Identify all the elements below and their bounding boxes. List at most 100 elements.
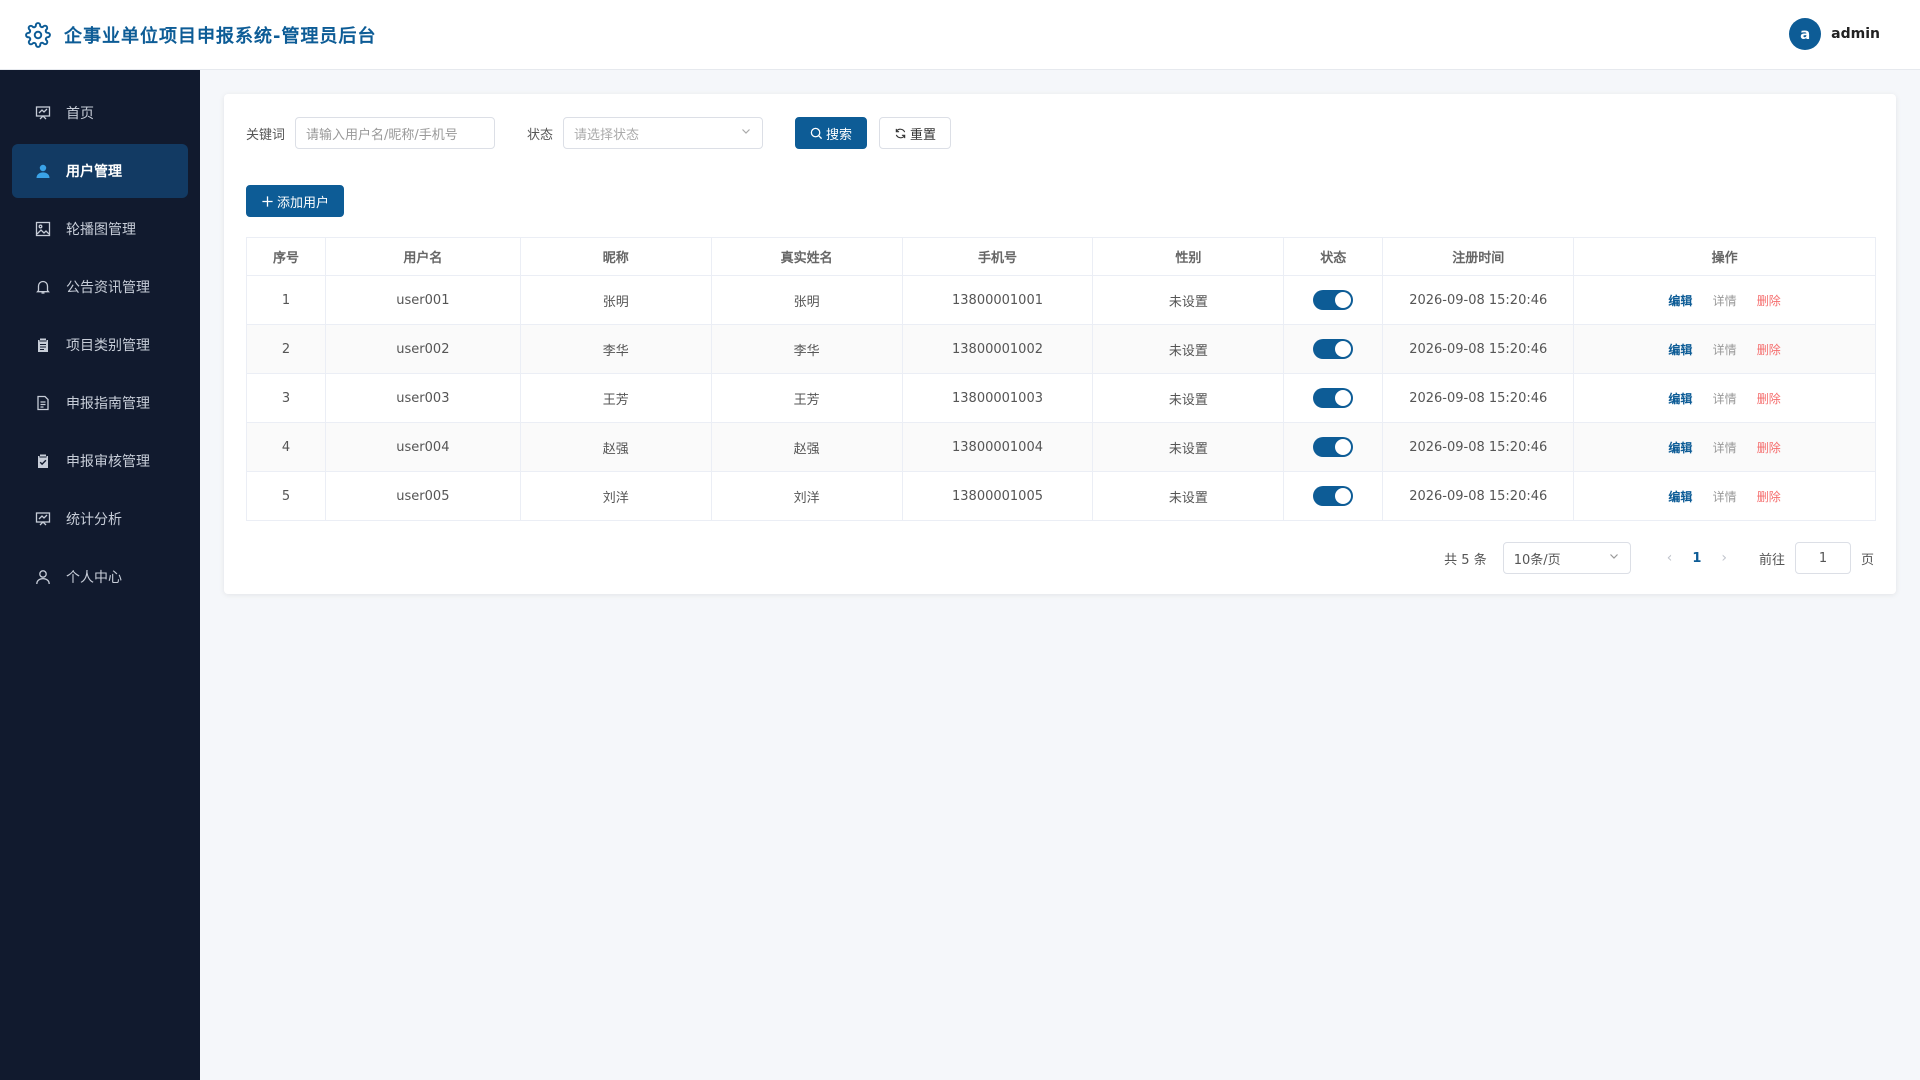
page-size-select[interactable]: 10条/页: [1502, 542, 1631, 574]
table-header-row: 序号 用户名 昵称 真实姓名 手机号 性别 状态 注册时间 操作: [246, 237, 1876, 276]
chevron-right-icon[interactable]: ›: [1721, 550, 1727, 566]
column-header: 昵称: [519, 237, 712, 276]
content-card: 关键词 请输入用户名/昵称/手机号 状态 请选择状态 搜索 重置 添加用户 序号…: [224, 94, 1896, 594]
sidebar-item-label: 首页: [66, 106, 94, 122]
app-title: 企事业单位项目申报系统-管理员后台: [64, 25, 377, 47]
reset-button[interactable]: 重置: [879, 117, 952, 149]
cell-time: 2026-09-08 15:20:46: [1382, 373, 1575, 423]
detail-link[interactable]: 详情: [1713, 294, 1737, 308]
sidebar-item-label: 申报指南管理: [66, 396, 150, 412]
cell-phone: 13800001001: [901, 275, 1094, 325]
status-toggle[interactable]: [1313, 290, 1354, 310]
sidebar-item-label: 用户管理: [66, 164, 122, 180]
cell-phone: 13800001004: [901, 422, 1094, 472]
column-header: 性别: [1092, 237, 1285, 276]
top-header: 企事业单位项目申报系统-管理员后台 a admin: [0, 0, 1920, 70]
chart-icon: [34, 510, 52, 528]
sidebar-item-project-category[interactable]: 项目类别管理: [12, 318, 188, 372]
bell-icon: [34, 278, 52, 296]
chevron-down-icon: [740, 125, 752, 141]
sidebar-item-label: 轮播图管理: [66, 222, 136, 238]
cell-index: 5: [246, 471, 326, 521]
search-button[interactable]: 搜索: [795, 117, 868, 149]
cell-actions: 编辑 详情 删除: [1573, 324, 1876, 374]
edit-link[interactable]: 编辑: [1668, 343, 1692, 357]
search-icon: [810, 127, 823, 139]
cell-realname: 李华: [710, 324, 903, 374]
page-suffix: 页: [1860, 552, 1874, 568]
detail-link[interactable]: 详情: [1713, 392, 1737, 406]
column-header: 状态: [1283, 237, 1384, 276]
table-row: 2 user002 李华 李华 13800001002 未设置 2026-09-…: [246, 324, 1876, 374]
sidebar-item-carousel[interactable]: 轮播图管理: [12, 202, 188, 256]
cell-nickname: 赵强: [519, 422, 712, 472]
edit-link[interactable]: 编辑: [1668, 294, 1692, 308]
status-toggle[interactable]: [1313, 388, 1354, 408]
add-user-button-label: 添加用户: [277, 195, 330, 211]
detail-link[interactable]: 详情: [1713, 441, 1737, 455]
status-toggle[interactable]: [1313, 437, 1354, 457]
goto-page-input[interactable]: 1: [1794, 542, 1851, 574]
user-icon: [34, 162, 52, 180]
sidebar-item-label: 公告资讯管理: [66, 280, 150, 296]
user-menu[interactable]: a admin: [1789, 18, 1880, 50]
cell-status: [1283, 324, 1384, 374]
column-header: 真实姓名: [710, 237, 903, 276]
page-number-current[interactable]: 1: [1692, 551, 1701, 566]
column-header: 序号: [246, 237, 326, 276]
plus-icon: [262, 195, 273, 207]
avatar[interactable]: a: [1789, 18, 1822, 50]
sidebar-item-profile[interactable]: 个人中心: [12, 550, 188, 604]
cell-realname: 刘洋: [710, 471, 903, 521]
cell-actions: 编辑 详情 删除: [1573, 471, 1876, 521]
edit-link[interactable]: 编辑: [1668, 441, 1692, 455]
edit-link[interactable]: 编辑: [1668, 392, 1692, 406]
chevron-left-icon[interactable]: ‹: [1667, 550, 1673, 566]
status-toggle[interactable]: [1313, 486, 1354, 506]
status-select-placeholder: 请选择状态: [574, 127, 640, 143]
cell-gender: 未设置: [1092, 324, 1285, 374]
status-toggle[interactable]: [1313, 339, 1354, 359]
sidebar-item-home[interactable]: 首页: [12, 86, 188, 140]
delete-link[interactable]: 删除: [1757, 441, 1781, 455]
cell-actions: 编辑 详情 删除: [1573, 422, 1876, 472]
cell-username: user005: [324, 471, 521, 521]
keyword-input[interactable]: 请输入用户名/昵称/手机号: [295, 117, 496, 149]
cell-status: [1283, 422, 1384, 472]
document-icon: [34, 394, 52, 412]
sidebar-item-review[interactable]: 申报审核管理: [12, 434, 188, 488]
sidebar-item-user-management[interactable]: 用户管理: [12, 144, 188, 198]
delete-link[interactable]: 删除: [1757, 392, 1781, 406]
delete-link[interactable]: 删除: [1757, 343, 1781, 357]
refresh-icon: [895, 128, 906, 138]
detail-link[interactable]: 详情: [1713, 343, 1737, 357]
delete-link[interactable]: 删除: [1757, 490, 1781, 504]
goto-label: 前往: [1758, 552, 1785, 568]
cell-gender: 未设置: [1092, 422, 1285, 472]
cell-username: user003: [324, 373, 521, 423]
cell-status: [1283, 471, 1384, 521]
username[interactable]: admin: [1831, 26, 1880, 42]
sidebar-item-label: 个人中心: [66, 570, 122, 586]
column-header: 注册时间: [1382, 237, 1575, 276]
sidebar-item-announcement[interactable]: 公告资讯管理: [12, 260, 188, 314]
sidebar-item-guide[interactable]: 申报指南管理: [12, 376, 188, 430]
cell-nickname: 张明: [519, 275, 712, 325]
cell-actions: 编辑 详情 删除: [1573, 275, 1876, 325]
status-select[interactable]: 请选择状态: [563, 117, 764, 149]
cell-nickname: 王芳: [519, 373, 712, 423]
add-user-button[interactable]: 添加用户: [246, 185, 345, 217]
edit-link[interactable]: 编辑: [1668, 490, 1692, 504]
user-table: 序号 用户名 昵称 真实姓名 手机号 性别 状态 注册时间 操作 1 user0…: [246, 237, 1876, 521]
cell-username: user001: [324, 275, 521, 325]
cell-time: 2026-09-08 15:20:46: [1382, 275, 1575, 325]
pagination: 共 5 条 10条/页 ‹ 1 › 前往 1 页: [1444, 542, 1874, 574]
cell-status: [1283, 373, 1384, 423]
delete-link[interactable]: 删除: [1757, 294, 1781, 308]
status-label: 状态: [527, 127, 554, 143]
sidebar-item-statistics[interactable]: 统计分析: [12, 492, 188, 546]
cell-realname: 王芳: [710, 373, 903, 423]
cell-time: 2026-09-08 15:20:46: [1382, 471, 1575, 521]
search-button-label: 搜索: [826, 127, 853, 143]
detail-link[interactable]: 详情: [1713, 490, 1737, 504]
